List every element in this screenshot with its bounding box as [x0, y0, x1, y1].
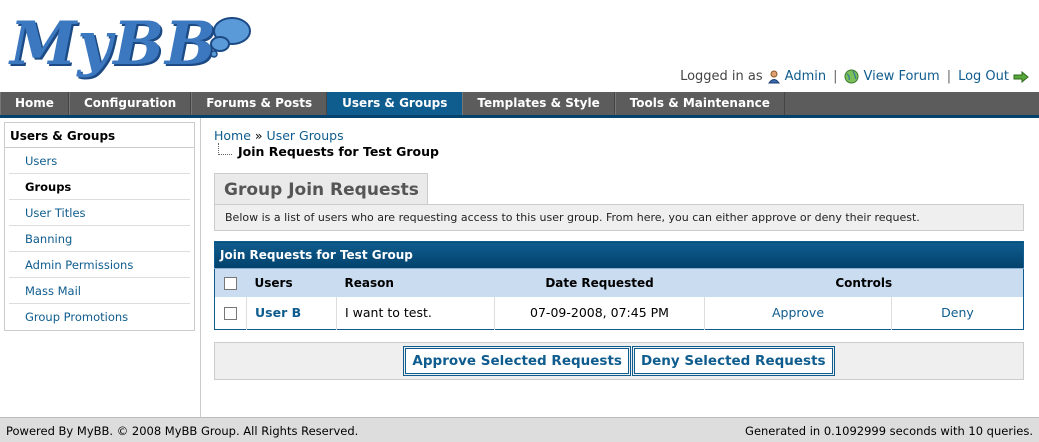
speech-bubble-icon: [210, 17, 251, 58]
tab-tools-maintenance[interactable]: Tools & Maintenance: [614, 92, 785, 115]
sidebar-item-users[interactable]: Users: [9, 148, 190, 174]
separator: |: [833, 69, 838, 84]
admin-user-link[interactable]: Admin: [785, 69, 826, 84]
page-title: Group Join Requests: [214, 173, 428, 204]
logged-in-label: Logged in as: [680, 69, 763, 84]
view-forum-link[interactable]: View Forum: [863, 69, 939, 84]
row-reason: I want to test.: [336, 296, 495, 330]
breadcrumb-home[interactable]: Home: [214, 128, 251, 143]
footer-generated: Generated in 0.1092999 seconds with 10 q…: [745, 424, 1033, 438]
sidebar-item-banning[interactable]: Banning: [9, 226, 190, 252]
tab-templates-style[interactable]: Templates & Style: [462, 92, 615, 115]
footer-copyright: Powered By MyBB. © 2008 MyBB Group. All …: [6, 424, 359, 438]
col-users: Users: [246, 268, 337, 297]
row-select-cell: [214, 296, 247, 330]
sidebar: Users & Groups Users Groups User Titles …: [0, 118, 201, 417]
actions-bar: Approve Selected Requests Deny Selected …: [214, 342, 1024, 380]
sidebar-title: Users & Groups: [5, 123, 194, 148]
header: MyBB Logged in as Admin | View Forum | L…: [0, 0, 1039, 93]
sidebar-item-group-promotions[interactable]: Group Promotions: [9, 304, 190, 330]
sidebar-item-admin-permissions[interactable]: Admin Permissions: [9, 252, 190, 278]
col-date: Date Requested: [494, 268, 705, 297]
tree-connector: [218, 142, 232, 155]
tab-home[interactable]: Home: [0, 92, 69, 115]
approve-link[interactable]: Approve: [704, 296, 892, 330]
breadcrumb-current: Join Requests for Test Group: [218, 142, 1025, 159]
page-description: Below is a list of users who are request…: [214, 204, 1024, 231]
tab-users-groups[interactable]: Users & Groups: [327, 92, 463, 115]
approve-selected-button[interactable]: Approve Selected Requests: [403, 346, 631, 376]
main-content: Home » User Groups Join Requests for Tes…: [214, 118, 1025, 380]
table-title: Join Requests for Test Group: [214, 241, 1024, 269]
breadcrumb-separator: »: [254, 128, 263, 143]
sidebar-box: Users & Groups Users Groups User Titles …: [4, 122, 195, 331]
row-user-link[interactable]: User B: [246, 296, 337, 330]
col-controls: Controls: [704, 268, 1024, 297]
breadcrumb-user-groups[interactable]: User Groups: [267, 128, 344, 143]
separator: |: [946, 69, 952, 84]
col-reason: Reason: [336, 268, 495, 297]
mybb-logo[interactable]: MyBB: [10, 8, 251, 80]
breadcrumb: Home » User Groups Join Requests for Tes…: [214, 128, 1025, 159]
sidebar-list: Users Groups User Titles Banning Admin P…: [5, 148, 194, 330]
row-date: 07-09-2008, 07:45 PM: [494, 296, 705, 330]
row-checkbox[interactable]: [224, 307, 237, 321]
welcome-bar: Logged in as Admin | View Forum | Log Ou…: [680, 69, 1029, 84]
table-row: User B I want to test. 07-09-2008, 07:45…: [214, 296, 1024, 330]
globe-icon: [844, 69, 859, 84]
select-all-cell: [214, 268, 247, 297]
select-all-checkbox[interactable]: [224, 276, 238, 290]
logo-text: MyBB: [10, 9, 217, 79]
sidebar-item-groups[interactable]: Groups: [9, 174, 190, 200]
user-icon: [767, 70, 780, 83]
sidebar-item-user-titles[interactable]: User Titles: [9, 200, 190, 226]
log-out-link[interactable]: Log Out: [958, 69, 1009, 84]
deny-selected-button[interactable]: Deny Selected Requests: [631, 346, 835, 376]
footer: Powered By MyBB. © 2008 MyBB Group. All …: [0, 417, 1039, 442]
sidebar-item-mass-mail[interactable]: Mass Mail: [9, 278, 190, 304]
main-menu: Home Configuration Forums & Posts Users …: [0, 92, 1039, 118]
table-header-row: Users Reason Date Requested Controls: [214, 268, 1024, 297]
breadcrumb-current-label: Join Requests for Test Group: [238, 144, 439, 159]
tab-forums-posts[interactable]: Forums & Posts: [191, 92, 328, 115]
join-requests-table: Join Requests for Test Group Users Reaso…: [214, 241, 1024, 330]
tab-configuration[interactable]: Configuration: [68, 92, 192, 115]
deny-link[interactable]: Deny: [891, 296, 1024, 330]
arrow-right-icon: [1013, 70, 1029, 83]
